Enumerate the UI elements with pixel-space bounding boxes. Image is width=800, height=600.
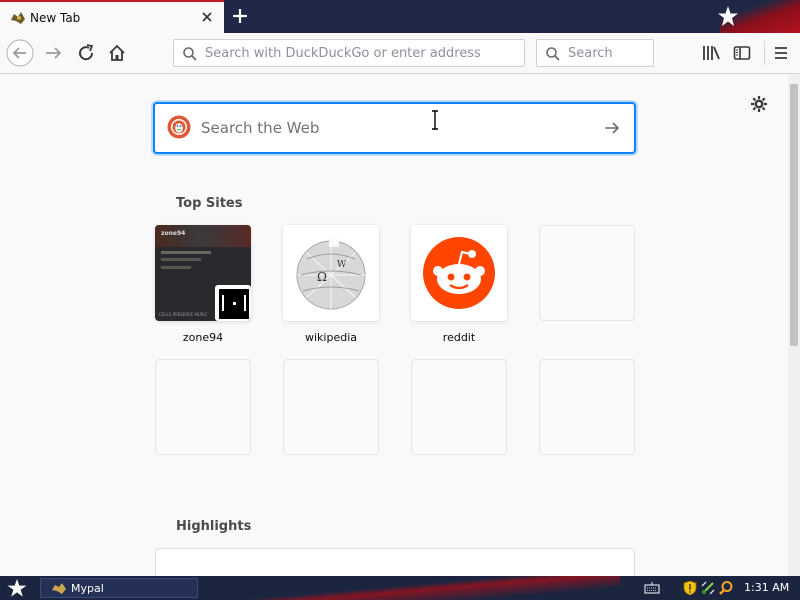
top-site-label: wikipedia: [304, 331, 357, 344]
top-site-empty-slot[interactable]: [411, 359, 507, 455]
zone94-thumbnail-line: [161, 258, 201, 261]
back-icon[interactable]: [6, 39, 34, 67]
top-site-tile-wikipedia[interactable]: Ω W: [283, 225, 379, 321]
library-icon[interactable]: [701, 43, 721, 63]
home-icon[interactable]: [103, 39, 131, 67]
highlights-heading: Highlights: [176, 519, 252, 534]
forward-icon[interactable]: [40, 39, 68, 67]
web-search-box[interactable]: Search the Web: [153, 102, 636, 154]
tab-title: New Tab: [30, 11, 81, 25]
new-tab-icon[interactable]: [229, 5, 251, 27]
page-scrollbar[interactable]: [788, 74, 800, 576]
address-bar[interactable]: Search with DuckDuckGo or enter address: [173, 39, 525, 67]
sidebar-icon[interactable]: [732, 43, 752, 63]
start-menu-star-icon[interactable]: [6, 578, 28, 598]
shield-icon[interactable]: [682, 580, 698, 596]
top-site-tile-zone94[interactable]: zone94 CELLS PRESERVE MUSIC: [155, 225, 251, 321]
close-tab-icon[interactable]: [198, 8, 216, 26]
svg-text:W: W: [337, 260, 347, 270]
os-taskbar: Mypal 1:31 AM: [0, 576, 800, 600]
taskbar-decoration: [200, 576, 620, 600]
magnifier-icon[interactable]: [718, 580, 734, 596]
search-icon: [183, 47, 197, 61]
zone94-favicon: [219, 289, 249, 319]
zone94-thumbnail-line: [161, 266, 191, 269]
search-bar[interactable]: Search: [536, 39, 654, 67]
top-site-empty-slot[interactable]: [155, 359, 251, 455]
duckduckgo-logo-icon: [167, 115, 191, 139]
reload-icon[interactable]: [72, 39, 100, 67]
top-sites-heading: Top Sites: [176, 196, 243, 211]
highlights-card[interactable]: [155, 548, 635, 576]
menu-icon[interactable]: [771, 43, 791, 63]
zone94-thumbnail-caption: CELLS PRESERVE MUSIC: [159, 312, 208, 317]
web-search-placeholder: Search the Web: [201, 119, 320, 137]
address-bar-placeholder: Search with DuckDuckGo or enter address: [205, 46, 481, 61]
top-site-tile-reddit[interactable]: [411, 225, 507, 321]
tab-new-tab[interactable]: New Tab: [0, 0, 224, 33]
top-site-empty-slot[interactable]: [283, 359, 379, 455]
text-cursor-icon: [432, 110, 438, 130]
network-icon[interactable]: [700, 580, 716, 596]
pong-paddle-left: [222, 295, 224, 311]
wikipedia-logo-icon: Ω W: [296, 239, 366, 310]
pong-paddle-right: [244, 295, 246, 311]
gear-icon[interactable]: [750, 95, 768, 113]
search-icon: [546, 47, 560, 61]
top-site-label: zone94: [182, 331, 224, 344]
tab-strip: New Tab: [0, 0, 800, 33]
toolbar-separator: [764, 41, 765, 65]
top-site-empty-slot[interactable]: [539, 225, 635, 321]
svg-text:Ω: Ω: [317, 270, 327, 284]
pong-ball: [233, 302, 236, 305]
top-site-empty-slot[interactable]: [539, 359, 635, 455]
zone94-favicon-frame: [215, 285, 251, 321]
mypal-favicon-icon: [11, 12, 25, 24]
zone94-thumbnail-line: [161, 251, 211, 254]
arrow-right-icon[interactable]: [602, 118, 622, 138]
keyboard-icon[interactable]: [644, 580, 660, 596]
new-tab-page: Search the Web Top Sites zone94 CELLS PR…: [0, 74, 788, 576]
star-logo-icon: [718, 6, 738, 26]
mypal-app-icon: [52, 583, 66, 594]
scrollbar-thumb[interactable]: [790, 84, 798, 346]
taskbar-item-mypal[interactable]: Mypal: [40, 578, 198, 598]
zone94-thumbnail-heading: zone94: [161, 230, 186, 237]
taskbar-clock: 1:31 AM: [744, 581, 790, 594]
taskbar-item-label: Mypal: [71, 582, 104, 595]
top-site-label: reddit: [442, 331, 476, 344]
reddit-logo-icon: [423, 237, 495, 309]
search-bar-placeholder: Search: [568, 46, 613, 61]
